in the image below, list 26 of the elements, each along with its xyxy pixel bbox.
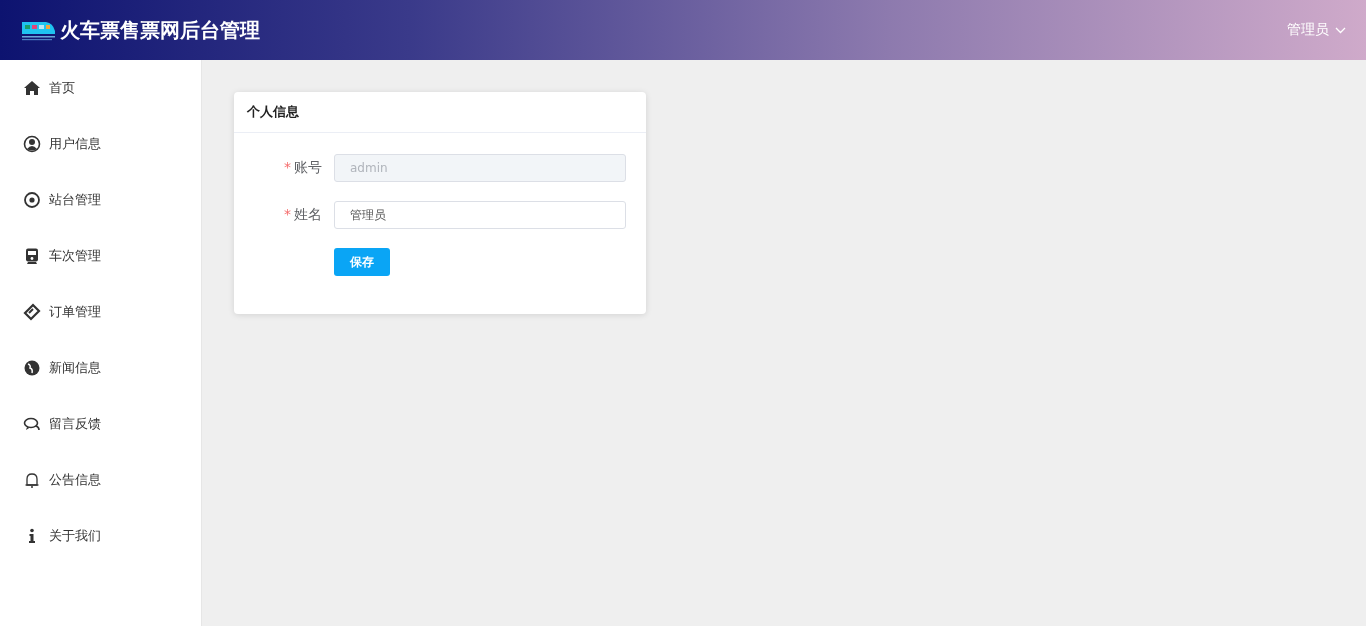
- target-icon: [23, 191, 41, 209]
- sidebar-item[interactable]: 留言反馈: [0, 396, 201, 452]
- field-label: 姓名: [294, 206, 322, 224]
- sidebar-item[interactable]: 关于我们: [0, 508, 201, 564]
- sidebar-item[interactable]: 公告信息: [0, 452, 201, 508]
- home-icon: [23, 79, 41, 97]
- sidebar-item[interactable]: 站台管理: [0, 172, 201, 228]
- train-icon: [20, 19, 56, 41]
- sidebar-item[interactable]: 用户信息: [0, 116, 201, 172]
- sidebar-item[interactable]: 车次管理: [0, 228, 201, 284]
- user-circle-icon: [23, 135, 41, 153]
- chat-icon: [23, 415, 41, 433]
- app-title: 火车票售票网后台管理: [60, 16, 260, 44]
- sidebar-item[interactable]: 新闻信息: [0, 340, 201, 396]
- bell-icon: [23, 471, 41, 489]
- train-icon: [23, 247, 41, 265]
- sidebar-item[interactable]: 订单管理: [0, 284, 201, 340]
- globe-icon: [23, 359, 41, 377]
- input-field[interactable]: 管理员: [334, 201, 626, 229]
- required-mark: *: [284, 206, 291, 224]
- ticket-icon: [23, 303, 41, 321]
- sidebar-item[interactable]: 首页: [0, 60, 201, 116]
- required-mark: *: [284, 159, 291, 177]
- chevron-icon: [1335, 26, 1346, 34]
- card-title: 个人信息: [247, 103, 299, 121]
- field-label: 账号: [294, 159, 322, 177]
